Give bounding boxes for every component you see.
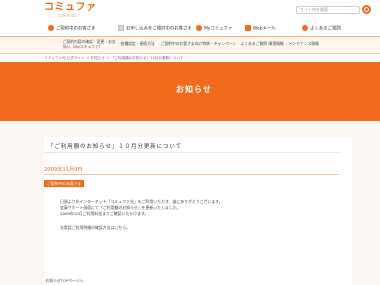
mail-icon [245, 25, 251, 31]
site-header: コミュファ commufa サイト内を検索 [0, 0, 380, 22]
person-icon [48, 25, 54, 31]
subnav-campaigns[interactable]: ›ご契約中のお客さま向け特典・キャンペーン [158, 41, 237, 47]
nav-my-commufa[interactable]: Myコミュファ [196, 25, 232, 35]
divider [44, 152, 340, 153]
subnav-label: よくあるご質問 [240, 41, 268, 46]
subnav-settings[interactable]: ›各種設定・接続方法 [118, 41, 155, 47]
nav-webmail[interactable]: Webメール [245, 25, 276, 35]
article-date: 2009年11月9日 [44, 167, 83, 173]
sub-nav: ›ご契約内容の確認・変更・お支 払い（Myコミュファ） ›各種設定・接続方法 ›… [0, 37, 380, 54]
commufa-logo[interactable]: コミュファ commufa [44, 3, 97, 18]
page-title: お知らせ [176, 85, 212, 94]
question-icon [302, 25, 308, 31]
news-top-link[interactable]: ‹お知らせTOPページへ [44, 278, 83, 284]
subnav-label: 障害情報 [268, 41, 284, 46]
my-icon [196, 25, 202, 31]
breadcrumb[interactable]: コミュファ光 公式サイト ＞ お知らせ ＞ 「ご利用額のお知らせ」10月分更新に… [44, 55, 183, 61]
house-icon [118, 25, 124, 31]
search-icon[interactable] [362, 5, 371, 14]
category-badge: ご契約中のお客さま [44, 180, 85, 187]
nav-prospective-customers[interactable]: お申し込みをご検討中のお客さま [118, 25, 192, 35]
subnav-label: メンテナンス情報 [288, 41, 319, 46]
article-line: 2009年10月ご利用料金までご確認いただけます。 [60, 211, 149, 216]
chevron-right-icon: › [60, 39, 62, 44]
nav-contracted-customers[interactable]: ご契約中のお客さま [48, 25, 96, 35]
logo-main-text: コミュファ [44, 2, 97, 13]
link-label: お知らせTOPページへ [45, 278, 84, 283]
chevron-right-icon: › [238, 41, 240, 46]
subnav-faq[interactable]: ›よくあるご質問 [238, 41, 268, 47]
chevron-right-icon: › [158, 41, 160, 46]
subnav-outage-info[interactable]: ›障害情報 [266, 41, 284, 47]
nav-faq[interactable]: よくあるご質問 [302, 25, 341, 35]
chevron-right-icon: › [286, 41, 288, 46]
divider [44, 174, 340, 175]
logo-sub-text: commufa [58, 13, 77, 18]
nav-label: ご契約中のお客さま [56, 26, 96, 32]
article-line: 会員サポート画面にて「ご利用額のお知らせ」を更新いたしました。 [60, 205, 181, 210]
subnav-contract-details[interactable]: ›ご契約内容の確認・変更・お支 払い（Myコミュファ） [60, 39, 116, 49]
article-title: 「ご利用額のお知らせ」１０月分更新について [48, 144, 182, 150]
chevron-right-icon: › [266, 41, 268, 46]
nav-label: Myコミュファ [204, 26, 233, 32]
nav-label: Webメール [253, 26, 276, 32]
chevron-right-icon: › [118, 41, 120, 46]
nav-label: よくあるご質問 [310, 26, 341, 32]
subnav-label: 払い（Myコミュファ） [63, 43, 103, 49]
article-link-line[interactable]: 光電話ご利用明細の確認方法はこちら。 [60, 225, 130, 230]
nav-label: お申し込みをご検討中のお客さま [126, 26, 192, 32]
search-input[interactable]: サイト内を検索 [296, 6, 360, 14]
subnav-label: 各種設定・接続方法 [120, 41, 155, 46]
page-banner: お知らせ [0, 62, 380, 121]
article-line: 日頃より光インターネット「コミュファ光」をご利用いただき、誠にありがとうございま… [60, 199, 223, 204]
subnav-label: ご契約中のお客さま向け特典・キャンペーン [160, 41, 237, 46]
main-nav: ご契約中のお客さま お申し込みをご検討中のお客さま Myコミュファ Webメール… [0, 22, 380, 37]
subnav-maintenance[interactable]: ›メンテナンス情報 [286, 41, 319, 47]
